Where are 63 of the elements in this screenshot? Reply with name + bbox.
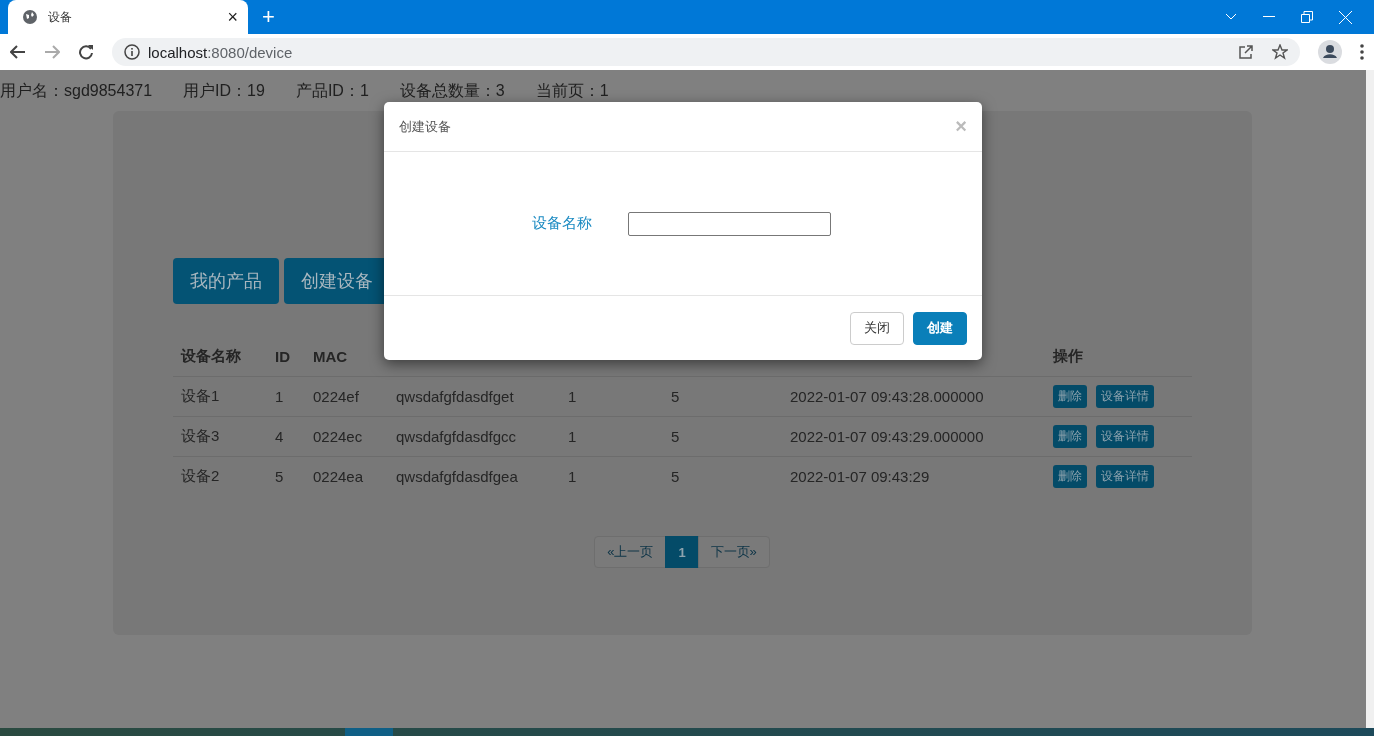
reload-icon[interactable] — [78, 44, 94, 60]
table-cell: qwsdafgfdasdfgea — [396, 468, 518, 485]
url-text: localhost:8080/device — [148, 43, 293, 61]
address-bar[interactable]: localhost:8080/device — [112, 38, 1300, 66]
row-action-button[interactable]: 设备详情 — [1096, 465, 1154, 488]
info-text: 当前页：1 — [535, 81, 609, 101]
new-tab-button[interactable]: + — [262, 4, 275, 30]
table-cell: 0224ec — [313, 428, 363, 445]
table-cell: 1 — [568, 428, 577, 445]
table-cell: qwsdafgfdasdfget — [396, 388, 514, 405]
table-cell: 2022-01-07 09:43:29.000000 — [790, 428, 984, 445]
dialog-button[interactable]: 创建 — [913, 311, 967, 345]
table-cell: 5 — [671, 468, 680, 485]
field-label: 设备名称 — [532, 214, 592, 233]
star-icon[interactable] — [1272, 44, 1288, 60]
info-text: 用户ID：19 — [183, 81, 265, 101]
table-cell: 2022-01-07 09:43:29 — [790, 468, 930, 485]
dialog-button[interactable]: 关闭 — [850, 311, 904, 345]
info-text: 产品ID：1 — [295, 81, 369, 101]
table-cell: 5 — [275, 468, 284, 485]
table-cell: 5 — [671, 428, 680, 445]
close-tab-button[interactable]: × — [227, 6, 238, 28]
table-cell: 5 — [671, 388, 680, 405]
tab-title: 设备 — [48, 8, 73, 26]
row-action-button[interactable]: 设备详情 — [1096, 385, 1154, 408]
info-icon — [124, 44, 140, 60]
info-text: 用户名：sgd9854371 — [0, 81, 153, 101]
menu-icon[interactable] — [1360, 44, 1364, 60]
table-cell: 1 — [275, 388, 284, 405]
table-cell: qwsdafgfdasdfgcc — [396, 428, 517, 445]
table-cell: 设备2 — [181, 467, 220, 484]
row-action-button[interactable]: 设备详情 — [1096, 425, 1154, 448]
info-text: 设备总数量：3 — [399, 81, 505, 101]
table-cell: 1 — [568, 468, 577, 485]
column-header: 操作 — [1053, 346, 1083, 364]
table-cell: 设备1 — [181, 387, 220, 404]
restore-icon[interactable] — [1301, 11, 1313, 23]
close-icon[interactable] — [1339, 10, 1352, 24]
table-cell: 0224ef — [313, 388, 359, 405]
forward-icon[interactable] — [44, 45, 60, 59]
back-icon[interactable] — [10, 45, 26, 59]
table-cell: 4 — [275, 428, 284, 445]
browser-tab[interactable]: 设备 × — [8, 0, 248, 34]
table-cell: 2022-01-07 09:43:28.000000 — [790, 388, 984, 405]
column-header: 设备名称 — [181, 346, 241, 364]
minimize-icon[interactable] — [1263, 16, 1275, 18]
column-header: MAC — [313, 347, 348, 365]
table-cell: 设备3 — [181, 427, 220, 444]
action-button[interactable]: 我的产品 — [173, 258, 279, 304]
dialog-title: 创建设备 — [399, 117, 452, 136]
row-action-button[interactable]: 删除 — [1053, 385, 1087, 408]
input-field[interactable] — [628, 211, 831, 236]
chevron-down-icon[interactable] — [1225, 13, 1237, 21]
scrollbar[interactable] — [1366, 70, 1374, 728]
share-icon[interactable] — [1238, 44, 1254, 60]
column-header: ID — [275, 347, 290, 365]
table-cell: 0224ea — [313, 468, 364, 485]
table-cell: 1 — [568, 388, 577, 405]
row-action-button[interactable]: 删除 — [1053, 465, 1087, 488]
profile-icon[interactable] — [1318, 40, 1342, 64]
close-button[interactable]: × — [955, 115, 967, 138]
page-button[interactable]: 1 — [665, 536, 699, 568]
row-action-button[interactable]: 删除 — [1053, 425, 1087, 448]
